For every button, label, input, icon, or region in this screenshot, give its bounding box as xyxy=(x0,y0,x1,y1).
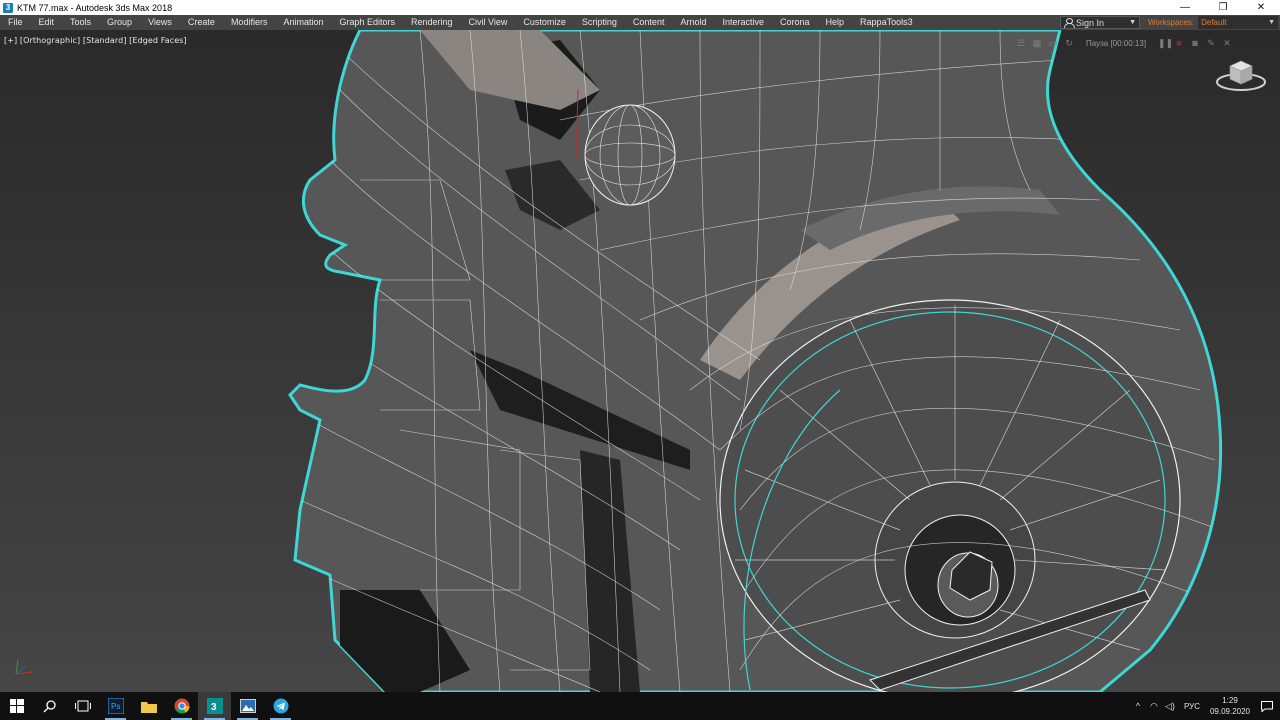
window-title-bar: 3 KTM 77.max - Autodesk 3ds Max 2018 — ❐… xyxy=(0,0,1280,15)
menu-rendering[interactable]: Rendering xyxy=(403,15,461,30)
search-icon[interactable] xyxy=(33,692,66,720)
3dsmax-app-icon[interactable]: 3 xyxy=(3,2,13,13)
chevron-down-icon: ▼ xyxy=(1268,19,1276,26)
playback-status: Пауза [00:00:13] xyxy=(1086,38,1147,48)
menu-edit[interactable]: Edit xyxy=(31,15,63,30)
photoshop-icon[interactable]: Ps xyxy=(99,692,132,720)
menu-tools[interactable]: Tools xyxy=(62,15,99,30)
pencil-icon[interactable]: ✎ xyxy=(1206,38,1216,48)
orthographic-viewport[interactable]: [+] [Orthographic] [Standard] [Edged Fac… xyxy=(0,30,1280,692)
menu-content[interactable]: Content xyxy=(625,15,673,30)
viewport-toolbar: ☰ ▦ ▭ ↻ Пауза [00:00:13] ❚❚ ■ ◙ ✎ ✕ xyxy=(1016,38,1232,48)
file-explorer-icon[interactable] xyxy=(132,692,165,720)
viewcube-icon[interactable] xyxy=(1214,54,1268,94)
menu-corona[interactable]: Corona xyxy=(772,15,818,30)
menu-civil-view[interactable]: Civil View xyxy=(461,15,516,30)
3dsmax-icon[interactable]: 3 xyxy=(198,692,231,720)
language-indicator[interactable]: РУС xyxy=(1184,702,1200,711)
windows-start-icon[interactable] xyxy=(0,692,33,720)
menu-group[interactable]: Group xyxy=(99,15,140,30)
grid-icon[interactable]: ▦ xyxy=(1032,38,1042,48)
system-tray: ^ ◠ ◁) РУС 1:29 09.09.2020 xyxy=(1130,692,1280,720)
pause-icon[interactable]: ❚❚ xyxy=(1158,38,1173,48)
workspaces-selector: Workspaces: Default ▼ xyxy=(1148,16,1280,29)
camera-icon[interactable]: ◙ xyxy=(1190,38,1200,48)
telegram-icon[interactable] xyxy=(264,692,297,720)
user-icon xyxy=(1064,18,1075,28)
volume-icon[interactable]: ◁) xyxy=(1162,701,1178,712)
menu-animation[interactable]: Animation xyxy=(275,15,331,30)
menu-rappatools3[interactable]: RappaTools3 xyxy=(852,15,921,30)
sign-in-dropdown[interactable]: Sign In ▼ xyxy=(1060,16,1140,29)
photoshop-label: Ps xyxy=(111,702,120,711)
windows-taskbar: Ps 3 ^ ◠ ◁) РУС 1:29 09.09.2020 xyxy=(0,692,1280,720)
close-icon[interactable]: ✕ xyxy=(1222,38,1232,48)
chrome-icon[interactable] xyxy=(165,692,198,720)
wifi-icon[interactable]: ◠ xyxy=(1146,701,1162,712)
notification-icon[interactable] xyxy=(1254,700,1280,712)
workspaces-label: Workspaces: xyxy=(1148,18,1195,27)
task-view-icon[interactable] xyxy=(66,692,99,720)
clock[interactable]: 1:29 09.09.2020 xyxy=(1206,695,1254,717)
clock-date: 09.09.2020 xyxy=(1209,707,1251,716)
close-button[interactable]: ✕ xyxy=(1242,0,1280,15)
chevron-up-icon[interactable]: ^ xyxy=(1130,701,1146,711)
sign-in-label: Sign In xyxy=(1076,17,1105,28)
minimize-button[interactable]: — xyxy=(1166,0,1204,15)
loop-icon[interactable]: ↻ xyxy=(1064,38,1074,48)
chevron-down-icon: ▼ xyxy=(1129,19,1136,26)
image-viewer-icon[interactable] xyxy=(231,692,264,720)
viewport-label[interactable]: [+] [Orthographic] [Standard] [Edged Fac… xyxy=(4,36,187,45)
list-icon[interactable]: ☰ xyxy=(1016,38,1026,48)
menu-modifiers[interactable]: Modifiers xyxy=(223,15,276,30)
menu-graph-editors[interactable]: Graph Editors xyxy=(331,15,403,30)
menu-views[interactable]: Views xyxy=(140,15,180,30)
menu-file[interactable]: File xyxy=(0,15,31,30)
menu-scripting[interactable]: Scripting xyxy=(574,15,625,30)
menu-create[interactable]: Create xyxy=(180,15,223,30)
workspaces-dropdown[interactable]: Default ▼ xyxy=(1198,16,1279,29)
axis-tripod-icon xyxy=(15,659,33,675)
menu-help[interactable]: Help xyxy=(818,15,853,30)
main-menu-bar: File Edit Tools Group Views Create Modif… xyxy=(0,15,1280,30)
menu-customize[interactable]: Customize xyxy=(515,15,574,30)
stop-icon[interactable]: ■ xyxy=(1174,38,1184,48)
window-title: KTM 77.max - Autodesk 3ds Max 2018 xyxy=(17,2,173,13)
layout-icon[interactable]: ▭ xyxy=(1048,38,1058,48)
clock-time: 1:29 xyxy=(1222,696,1238,705)
menu-interactive[interactable]: Interactive xyxy=(714,15,772,30)
workspaces-value: Default xyxy=(1201,18,1227,27)
wireframe-model[interactable] xyxy=(0,30,1280,692)
3dsmax-label: 3 xyxy=(211,702,217,713)
restore-button[interactable]: ❐ xyxy=(1204,0,1242,15)
menu-arnold[interactable]: Arnold xyxy=(672,15,714,30)
